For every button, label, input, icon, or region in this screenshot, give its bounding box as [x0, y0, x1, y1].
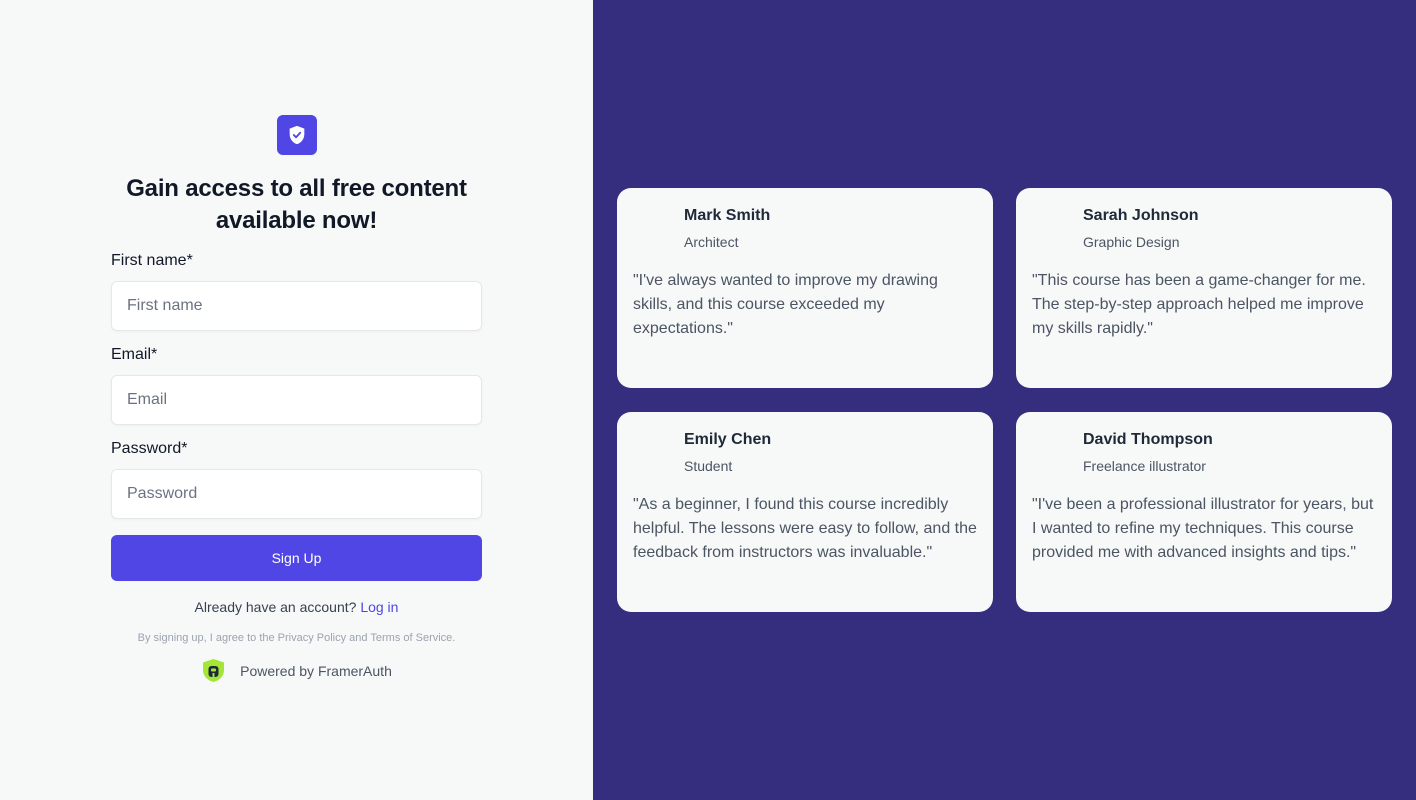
- testimonial-card: Sarah Johnson Graphic Design "This cours…: [1016, 188, 1392, 388]
- testimonials-panel: Mark Smith Architect "I've always wanted…: [593, 0, 1416, 800]
- page-title: Gain access to all free content availabl…: [126, 175, 467, 234]
- password-input[interactable]: [111, 469, 482, 519]
- testimonial-card: Emily Chen Student "As a beginner, I fou…: [617, 412, 993, 612]
- email-input[interactable]: [111, 375, 482, 425]
- testimonial-name: Emily Chen: [684, 431, 772, 448]
- testimonial-name: Sarah Johnson: [1083, 207, 1199, 224]
- framerauth-logo-icon: [201, 658, 226, 683]
- signup-page: Gain access to all free content availabl…: [0, 0, 1416, 800]
- email-label: Email*: [111, 346, 158, 363]
- powered-by[interactable]: Powered by FramerAuth: [111, 658, 482, 683]
- signup-panel: Gain access to all free content availabl…: [0, 0, 593, 800]
- testimonial-role: Graphic Design: [1083, 234, 1180, 250]
- testimonial-role: Architect: [684, 234, 739, 250]
- testimonial-name: David Thompson: [1083, 431, 1213, 448]
- login-prompt: Already have an account? Log in: [111, 599, 482, 615]
- testimonial-role: Student: [684, 458, 733, 474]
- testimonial-quote: "As a beginner, I found this course incr…: [633, 496, 977, 561]
- testimonial-role: Freelance illustrator: [1083, 458, 1206, 474]
- login-prompt-text: Already have an account?: [194, 599, 357, 615]
- testimonial-quote: "This course has been a game-changer for…: [1032, 272, 1366, 337]
- first-name-input[interactable]: [111, 281, 482, 331]
- testimonial-card: Mark Smith Architect "I've always wanted…: [617, 188, 993, 388]
- testimonial-quote: "I've always wanted to improve my drawin…: [633, 272, 938, 337]
- first-name-label: First name*: [111, 252, 193, 269]
- password-label: Password*: [111, 440, 188, 457]
- testimonial-card: David Thompson Freelance illustrator "I'…: [1016, 412, 1392, 612]
- signup-form: Gain access to all free content availabl…: [111, 115, 482, 683]
- shield-check-icon: [276, 115, 317, 155]
- testimonial-quote: "I've been a professional illustrator fo…: [1032, 496, 1374, 561]
- powered-by-text: Powered by FramerAuth: [240, 662, 392, 679]
- testimonial-name: Mark Smith: [684, 207, 771, 224]
- terms-text: By signing up, I agree to the Privacy Po…: [137, 632, 456, 644]
- sign-up-button[interactable]: Sign Up: [111, 535, 482, 581]
- log-in-link[interactable]: Log in: [360, 599, 398, 615]
